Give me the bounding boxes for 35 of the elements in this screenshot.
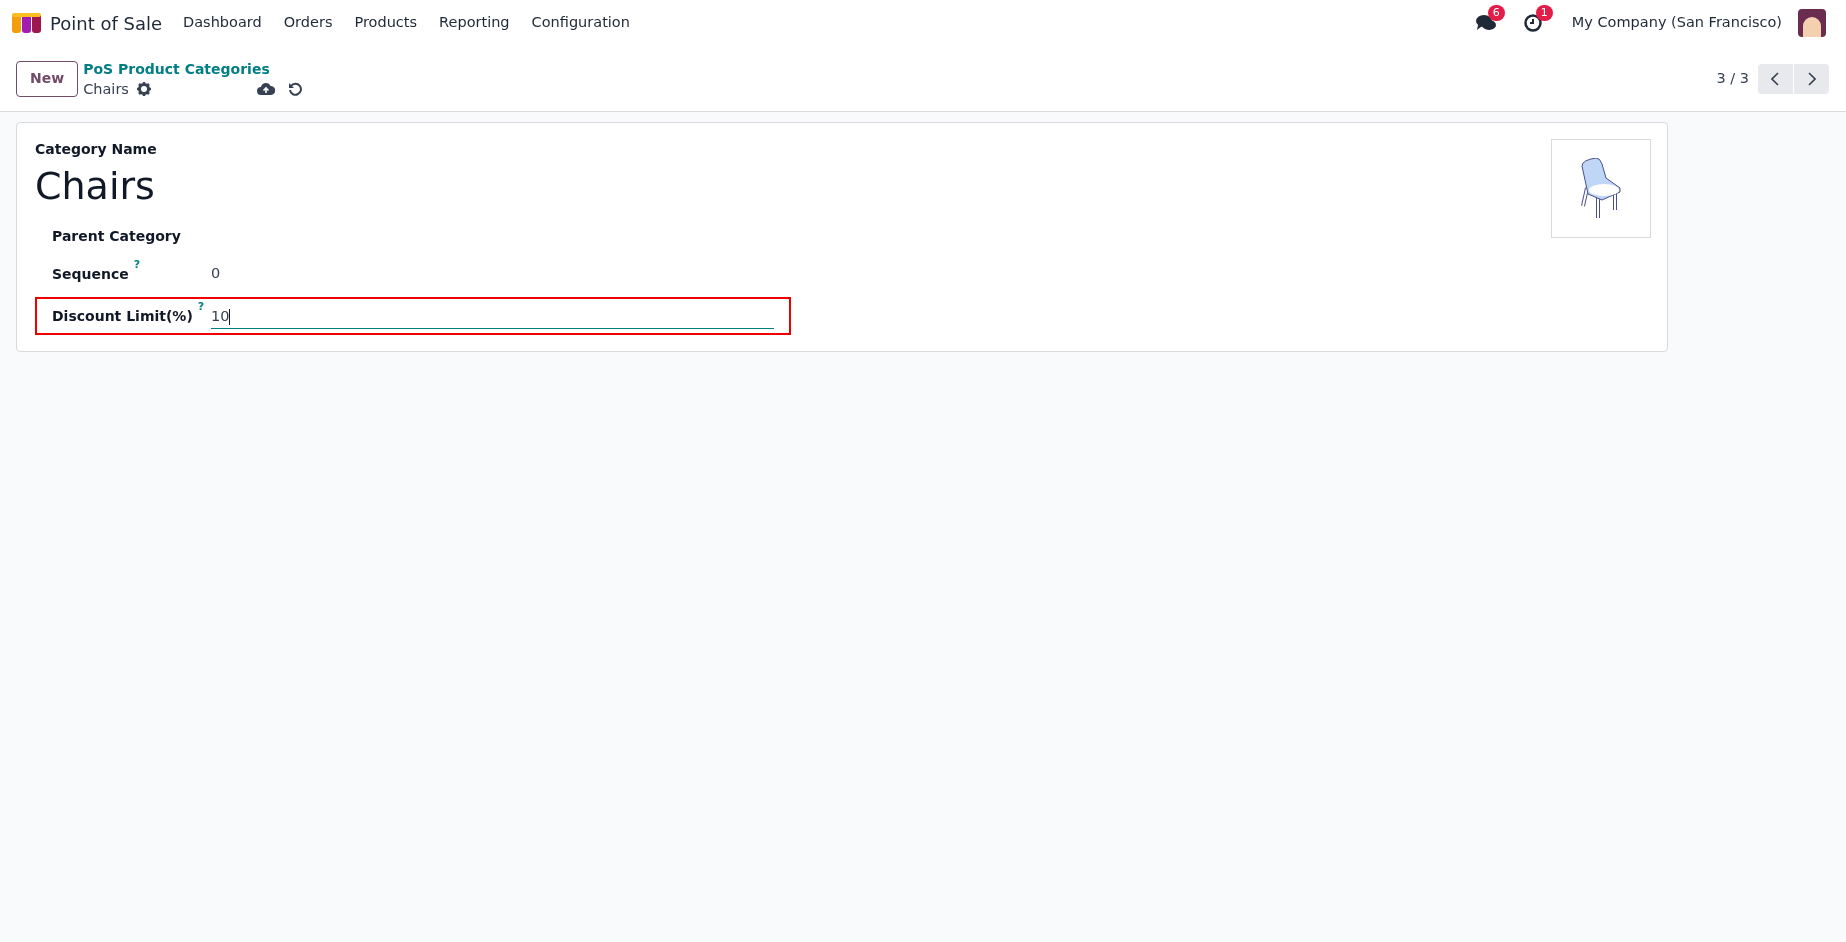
user-avatar[interactable]: [1798, 9, 1826, 37]
chevron-left-icon: [1771, 71, 1780, 86]
field-label: Parent Category: [52, 226, 181, 246]
cloud-upload-icon[interactable]: [256, 81, 275, 96]
chair-icon: [1580, 157, 1622, 220]
menu-item[interactable]: Configuration: [520, 12, 641, 34]
previous-button[interactable]: [1758, 63, 1793, 94]
help-mark[interactable]: ?: [133, 257, 141, 272]
discount-input-field[interactable]: 10: [211, 303, 774, 329]
chat-icon[interactable]: [1475, 14, 1496, 32]
pager-value: 3 / 3: [1716, 68, 1749, 88]
app-logo-icon[interactable]: [12, 12, 42, 34]
breadcrumb-link[interactable]: PoS Product Categories: [83, 58, 302, 79]
menu-item[interactable]: Reporting: [428, 12, 521, 34]
field-value: 0: [211, 264, 221, 284]
record-name: Chairs: [83, 79, 129, 99]
messages-badge: 6: [1487, 5, 1505, 21]
next-button[interactable]: [1794, 63, 1829, 94]
new-button[interactable]: New: [16, 60, 79, 97]
menu-item[interactable]: Dashboard: [172, 12, 273, 34]
undo-icon[interactable]: [287, 81, 302, 96]
chevron-right-icon: [1807, 71, 1816, 86]
help-mark[interactable]: ?: [197, 299, 205, 314]
app-name[interactable]: Point of Sale: [50, 9, 163, 37]
company-switcher[interactable]: My Company (San Francisco): [1571, 12, 1782, 34]
activities-badge: 1: [1535, 5, 1553, 21]
field-label: Discount Limit(%): [52, 306, 193, 326]
field-label: Category Name: [35, 140, 158, 159]
clock-icon[interactable]: [1523, 14, 1542, 32]
menu-item[interactable]: Orders: [272, 12, 344, 34]
field-label: Sequence: [52, 264, 129, 284]
menu-item[interactable]: Products: [343, 12, 429, 34]
image-frame[interactable]: [1551, 139, 1651, 238]
gear-icon[interactable]: [136, 81, 151, 96]
category-name[interactable]: Chairs: [35, 161, 1551, 211]
